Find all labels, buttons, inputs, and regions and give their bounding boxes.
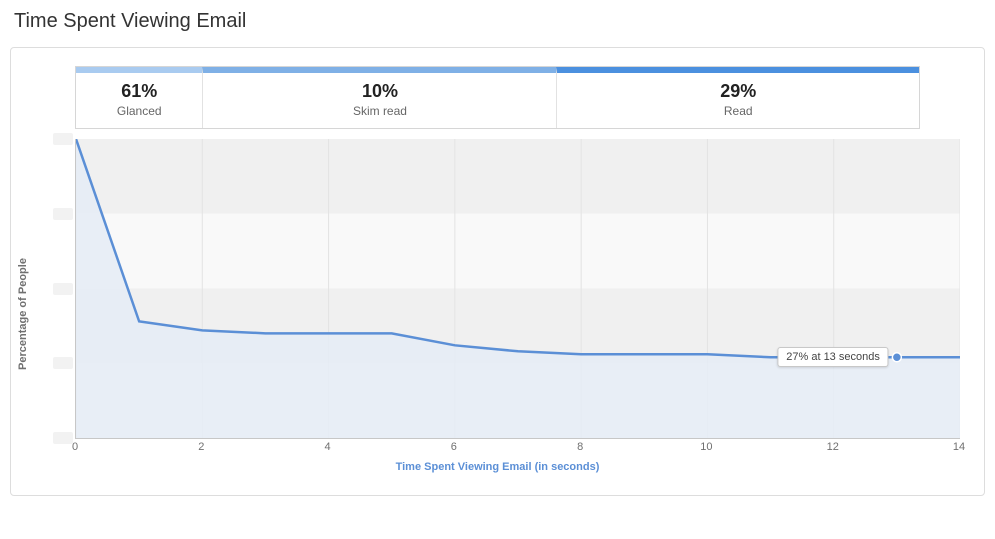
x-tick: 8	[577, 441, 583, 453]
x-tick: 2	[198, 441, 204, 453]
engagement-summary: 61% Glanced 10% Skim read 29% Read	[75, 66, 920, 129]
x-tick: 14	[953, 441, 965, 453]
chart-panel: 61% Glanced 10% Skim read 29% Read Percentage…	[10, 47, 985, 496]
x-tick: 10	[700, 441, 712, 453]
summary-label: Read	[561, 104, 914, 118]
x-tick: 6	[451, 441, 457, 453]
plot-region: 27% at 13 seconds	[75, 139, 960, 439]
summary-label: Glanced	[80, 104, 198, 118]
y-axis-title: Percentage of People	[17, 258, 29, 370]
summary-pct: 10%	[207, 81, 552, 102]
chart-area: Percentage of People 27% at 13 seconds 0…	[29, 139, 966, 489]
y-tick-stub	[53, 357, 73, 369]
summary-label: Skim read	[207, 104, 552, 118]
y-tick-stub	[53, 208, 73, 220]
x-tick: 0	[72, 441, 78, 453]
y-tick-stub	[53, 432, 73, 444]
x-axis-title: Time Spent Viewing Email (in seconds)	[29, 461, 966, 473]
data-point-tooltip: 27% at 13 seconds	[777, 347, 889, 367]
summary-cell-glanced: 61% Glanced	[76, 67, 202, 128]
x-axis-ticks: 02468101214	[75, 441, 960, 459]
summary-pct: 29%	[561, 81, 914, 102]
y-tick-stub	[53, 133, 73, 145]
x-tick: 4	[325, 441, 331, 453]
summary-cell-skim-read: 10% Skim read	[202, 67, 556, 128]
page-title: Time Spent Viewing Email	[0, 0, 995, 47]
x-tick: 12	[827, 441, 839, 453]
summary-pct: 61%	[80, 81, 198, 102]
y-tick-stub	[53, 283, 73, 295]
summary-cell-read: 29% Read	[556, 67, 918, 128]
